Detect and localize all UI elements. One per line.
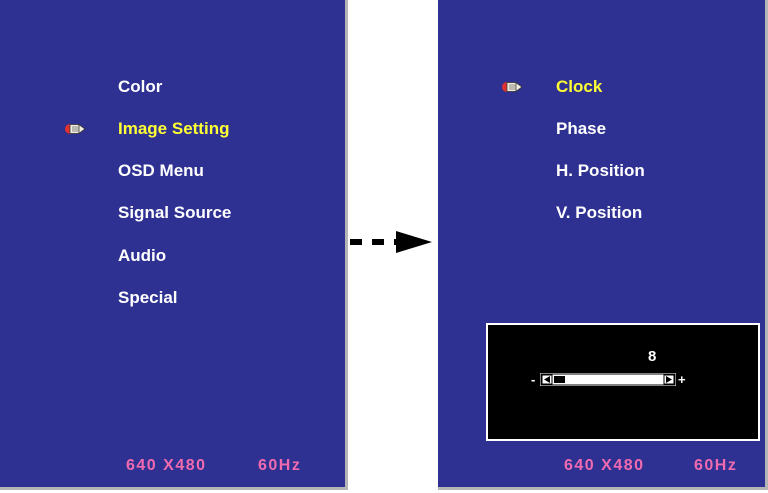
dashed-arrow-icon	[350, 231, 432, 253]
menu-item-signal-source[interactable]: Signal Source	[118, 203, 231, 223]
submenu-item-phase[interactable]: Phase	[556, 119, 606, 139]
menu-item-osd-menu[interactable]: OSD Menu	[118, 161, 204, 181]
menu-item-special[interactable]: Special	[118, 288, 178, 308]
image-setting-panel: Clock Phase H. Position V. Position 8 - …	[438, 0, 768, 490]
refresh-rate-text: 60Hz	[694, 457, 738, 474]
menu-item-color[interactable]: Color	[118, 77, 162, 97]
plus-symbol: +	[678, 372, 686, 387]
submenu-item-v-position[interactable]: V. Position	[556, 203, 642, 223]
menu-cursor-icon	[65, 123, 86, 135]
menu-item-image-setting[interactable]: Image Setting	[118, 119, 229, 139]
resolution-text: 640 X480	[564, 457, 645, 474]
adjustment-box: 8 - +	[486, 323, 760, 441]
resolution-text: 640 X480	[126, 457, 207, 474]
menu-item-audio[interactable]: Audio	[118, 246, 166, 266]
submenu-item-h-position[interactable]: H. Position	[556, 161, 645, 181]
refresh-rate-text: 60Hz	[258, 457, 302, 474]
main-menu-panel: Color Image Setting OSD Menu Signal Sour…	[0, 0, 348, 490]
minus-symbol: -	[531, 372, 535, 387]
slider-fill	[554, 376, 565, 383]
menu-cursor-icon	[502, 81, 523, 93]
submenu-item-clock[interactable]: Clock	[556, 77, 602, 97]
adjust-slider[interactable]: - +	[488, 355, 758, 415]
